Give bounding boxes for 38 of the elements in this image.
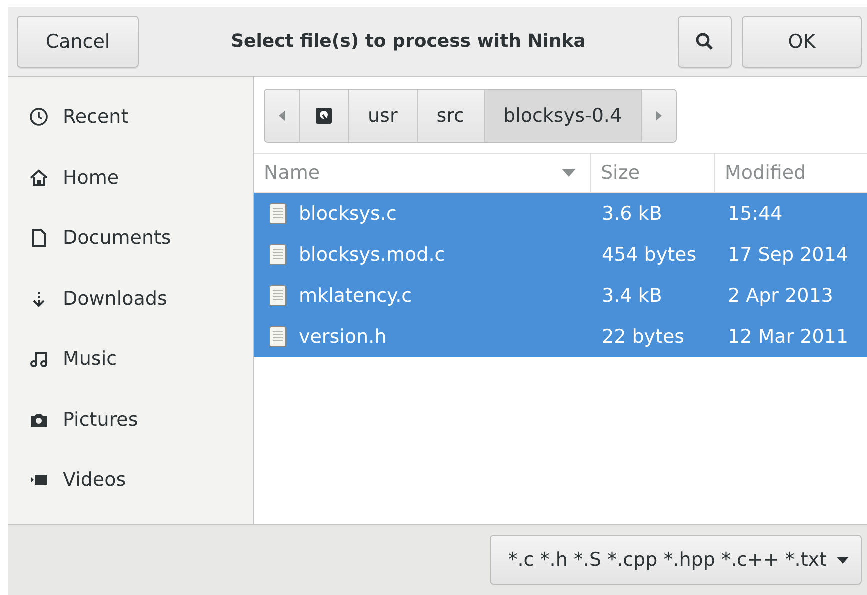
search-button[interactable] [678, 16, 732, 68]
clock-icon [29, 107, 49, 128]
music-icon [29, 349, 49, 370]
cancel-button[interactable]: Cancel [17, 16, 139, 68]
file-icon [269, 202, 287, 224]
table-cell: 3.6 kB [591, 193, 715, 234]
file-icon [269, 326, 287, 348]
file-icon [269, 244, 287, 266]
sidebar-item[interactable]: Home [8, 148, 253, 208]
ok-button[interactable]: OK [742, 16, 862, 68]
home-icon [29, 168, 49, 188]
sidebar-item[interactable]: Music [8, 329, 253, 390]
path-button[interactable]: usr [349, 90, 418, 142]
table-cell: 15:44 [715, 193, 867, 234]
sidebar-item[interactable]: Downloads [8, 268, 253, 329]
search-icon [695, 32, 715, 52]
filter-dropdown[interactable]: *.c *.h *.S *.cpp *.hpp *.c++ *.txt [490, 535, 862, 585]
sidebar-item[interactable]: Pictures [8, 390, 253, 450]
file-icon [269, 284, 287, 306]
table-cell: 454 bytes [591, 234, 715, 275]
window-title: Select file(s) to process with Ninka [230, 31, 587, 52]
document-icon [29, 228, 49, 248]
table-cell: 2 Apr 2013 [715, 275, 867, 316]
table-cell: 17 Sep 2014 [715, 234, 867, 275]
right-arrow-icon [655, 110, 664, 122]
drive-icon [314, 106, 334, 126]
table-cell: 3.4 kB [591, 275, 715, 316]
path-button[interactable]: src [418, 90, 485, 142]
caret-icon [837, 556, 849, 564]
sidebar-item[interactable]: Documents [8, 208, 253, 268]
sort-arrow-icon [562, 169, 576, 177]
sidebar-item[interactable]: Recent [8, 87, 253, 148]
sidebar-item[interactable]: Videos [8, 450, 253, 510]
drive-button[interactable] [300, 90, 349, 142]
table-cell: 12 Mar 2011 [715, 316, 867, 357]
table-cell: 22 bytes [591, 316, 715, 357]
path-button[interactable]: blocksys-0.4 [484, 90, 642, 142]
left-arrow-icon [278, 110, 286, 122]
